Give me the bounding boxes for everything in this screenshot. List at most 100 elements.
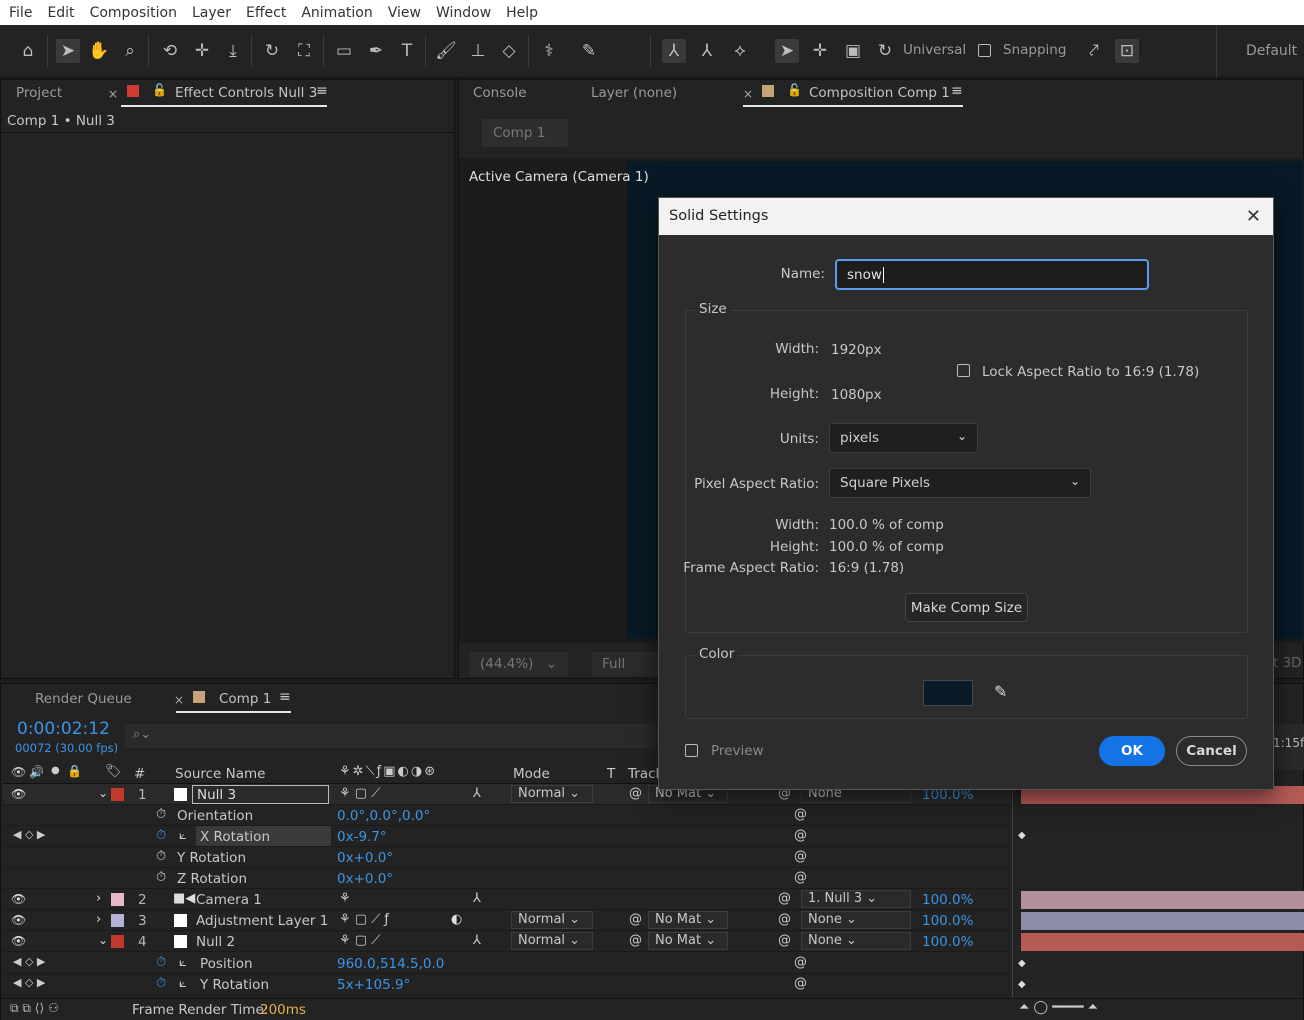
orbit-camera-icon[interactable]: ⟲ xyxy=(158,39,182,63)
menu-animation[interactable]: Animation xyxy=(300,5,373,21)
pixel-aspect-dropdown[interactable]: Square Pixels ⌄ xyxy=(829,468,1091,498)
make-comp-size-button[interactable]: Make Comp Size xyxy=(905,593,1028,622)
tab-effect-controls[interactable]: Effect Controls Null 3 xyxy=(175,85,317,101)
layer-bar-4[interactable] xyxy=(1021,933,1304,951)
graph-icon[interactable]: ⟀ xyxy=(179,976,187,991)
3d-layer-icon[interactable]: ⅄ xyxy=(473,891,481,906)
layer-color-swatch[interactable] xyxy=(111,935,124,948)
3d-select-icon[interactable]: ➤ xyxy=(775,39,799,63)
height-value[interactable]: 1080 xyxy=(831,387,865,403)
rotation-tool-icon[interactable]: ↻ xyxy=(260,39,284,63)
panel-menu-icon[interactable]: ≡ xyxy=(951,83,963,99)
parent-dropdown[interactable]: None ⌄ xyxy=(801,932,911,950)
menu-layer[interactable]: Layer xyxy=(191,5,232,21)
keyframe-icon[interactable]: ◆ xyxy=(1018,958,1026,969)
layer-color-swatch[interactable] xyxy=(111,914,124,927)
workspace-label[interactable]: Default xyxy=(1246,43,1297,59)
snapping-checkbox[interactable] xyxy=(978,44,991,57)
keyframe-nav-icon[interactable]: ◀ ◇ ▶ xyxy=(13,828,45,841)
layer-color-swatch[interactable] xyxy=(111,788,124,801)
layer-bar-3[interactable] xyxy=(1021,912,1304,930)
menu-file[interactable]: File xyxy=(8,5,33,21)
pickwhip-icon[interactable]: @ xyxy=(778,933,791,948)
pen-tool-icon[interactable]: ✒ xyxy=(364,39,388,63)
tab-composition[interactable]: Composition Comp 1 xyxy=(809,85,950,101)
shy-switch-icon[interactable]: ⚘ ▢ ⟋ ƒ xyxy=(339,912,389,927)
expression-icon[interactable]: @ xyxy=(794,807,807,822)
chevron-right-icon[interactable]: › xyxy=(96,891,101,906)
tab-console[interactable]: Console xyxy=(473,85,527,101)
graph-icon[interactable]: ⟀ xyxy=(179,828,187,843)
pan-behind-icon[interactable]: ⛶ xyxy=(292,39,316,63)
eye-icon[interactable]: 👁 xyxy=(11,892,26,906)
shy-switch-icon[interactable]: ⚘ ▢ ⟋ xyxy=(339,933,380,948)
home-icon[interactable]: ⌂ xyxy=(16,39,40,63)
width-value[interactable]: 1920 xyxy=(831,342,865,358)
property-value[interactable]: 960.0,514.5,0.0 xyxy=(337,956,444,972)
parent-dropdown[interactable]: 1. Null 3 ⌄ xyxy=(801,890,911,908)
chevron-right-icon[interactable]: › xyxy=(96,912,101,927)
zoom-tool-icon[interactable]: ⌕ xyxy=(118,39,142,63)
expression-icon[interactable]: @ xyxy=(794,976,807,991)
layer-row-2[interactable]: 👁 › 2 ■◀ Camera 1 ⚘ ⅄ @ 1. Null 3 ⌄ 100.… xyxy=(3,889,1011,910)
property-value[interactable]: 5x+105.9° xyxy=(337,977,410,993)
keyframe-nav-icon[interactable]: ◀ ◇ ▶ xyxy=(13,976,45,989)
expression-icon[interactable]: @ xyxy=(794,828,807,843)
panel-menu-icon[interactable]: ≡ xyxy=(279,689,291,705)
stopwatch-icon[interactable]: ⏱ xyxy=(156,976,166,991)
menu-window[interactable]: Window xyxy=(435,5,492,21)
puppet-pin-icon[interactable]: ✎ xyxy=(577,39,601,63)
type-tool-icon[interactable]: T xyxy=(395,39,419,63)
snap-options-icon[interactable]: ⤤ xyxy=(1082,39,1106,63)
search-input[interactable]: ⌕⌄ xyxy=(125,724,665,748)
close-icon[interactable]: ✕ xyxy=(1246,206,1261,227)
parent-dropdown[interactable]: None ⌄ xyxy=(801,911,911,929)
property-value[interactable]: 0.0°,0.0°,0.0° xyxy=(337,808,430,824)
stopwatch-icon[interactable]: ⏱ xyxy=(156,807,166,822)
eye-icon[interactable]: 👁 xyxy=(11,934,26,948)
lock-icon[interactable]: 🔓 xyxy=(152,83,167,97)
clone-stamp-icon[interactable]: ⊥ xyxy=(466,39,490,63)
eraser-tool-icon[interactable]: ◇ xyxy=(497,39,521,63)
stopwatch-icon[interactable]: ⏱ xyxy=(156,828,166,843)
timecode[interactable]: 0:00:02:12 xyxy=(17,719,110,739)
property-value[interactable]: 0x+0.0° xyxy=(337,850,393,866)
universal-label[interactable]: Universal xyxy=(903,42,966,58)
chevron-down-icon[interactable]: ⌄ xyxy=(98,786,108,800)
3d-layer-icon[interactable]: ⅄ xyxy=(473,786,481,801)
layer-row-3[interactable]: 👁 › 3 Adjustment Layer 1 ⚘ ▢ ⟋ ƒ ◐ Norma… xyxy=(3,910,1011,931)
pan-camera-icon[interactable]: ✛ xyxy=(190,39,214,63)
3d-move-icon[interactable]: ✛ xyxy=(808,39,832,63)
layer-color-swatch[interactable] xyxy=(111,893,124,906)
col-source-name[interactable]: Source Name xyxy=(175,766,266,782)
lock-aspect-checkbox[interactable] xyxy=(957,364,970,377)
pickwhip-icon[interactable]: @ xyxy=(778,912,791,927)
stopwatch-icon[interactable]: ⏱ xyxy=(156,955,166,970)
track-matte-dropdown[interactable]: No Mat ⌄ xyxy=(648,932,728,950)
prop-row-orientation[interactable]: ⏱ Orientation 0.0°,0.0°,0.0° @ xyxy=(3,805,1011,826)
tab-layer[interactable]: Layer (none) xyxy=(591,85,677,101)
tab-project[interactable]: Project xyxy=(16,85,62,101)
3d-scale-icon[interactable]: ▣ xyxy=(841,39,865,63)
ok-button[interactable]: OK xyxy=(1099,736,1165,766)
snap-target-icon[interactable]: ⊡ xyxy=(1115,39,1139,63)
3d-layer-icon[interactable]: ⅄ xyxy=(473,933,481,948)
comp-subtab[interactable]: Comp 1 xyxy=(482,119,568,147)
mode-dropdown[interactable]: Normal ⌄ xyxy=(511,911,593,929)
prop-row-z-rotation[interactable]: ⏱ Z Rotation 0x+0.0° @ xyxy=(3,868,1011,889)
layer-name[interactable]: Camera 1 xyxy=(196,892,262,908)
shy-switch-icon[interactable]: ⚘ ▢ ⟋ xyxy=(339,786,380,801)
brush-tool-icon[interactable]: 🖌 xyxy=(434,39,458,63)
property-value[interactable]: 0x-9.7° xyxy=(337,829,387,845)
layer-bar-2[interactable] xyxy=(1021,891,1304,909)
layer-name[interactable]: Adjustment Layer 1 xyxy=(196,913,328,929)
expression-icon[interactable]: @ xyxy=(794,849,807,864)
eye-icon[interactable]: 👁 xyxy=(11,787,26,801)
prop-row-y-rotation-2[interactable]: ◀ ◇ ▶ ⏱ ⟀ Y Rotation 5x+105.9° @ xyxy=(3,974,1011,995)
resolution-dropdown[interactable]: Full xyxy=(592,652,662,676)
chevron-down-icon[interactable]: ⌄ xyxy=(98,933,108,947)
shy-switch-icon[interactable]: ⚘ xyxy=(339,891,351,906)
stopwatch-icon[interactable]: ⏱ xyxy=(156,849,166,864)
graph-icon[interactable]: ⟀ xyxy=(179,955,187,970)
world-axis-icon[interactable]: ⅄ xyxy=(695,39,719,63)
